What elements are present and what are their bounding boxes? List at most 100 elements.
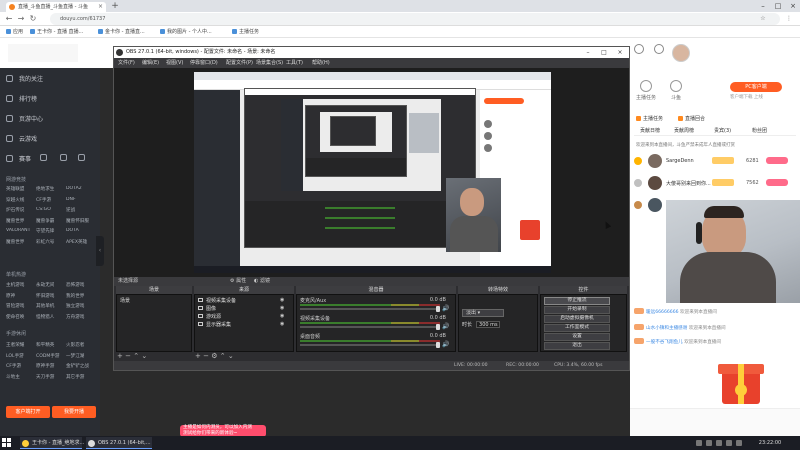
douyu-entry[interactable]: 斗鱼 [664, 80, 688, 101]
menu-file[interactable]: 文件(F) [118, 58, 135, 68]
forward-icon[interactable]: → [16, 14, 26, 24]
category-link[interactable]: APEX英雄 [66, 239, 96, 245]
start-record-button[interactable]: 开始录制 [544, 306, 610, 314]
category-link[interactable]: 和平精英 [36, 342, 66, 348]
bookmark-star-icon[interactable]: ☆ [758, 14, 768, 24]
url-input[interactable]: douyu.com/61737 [50, 13, 780, 25]
obs-close-icon[interactable]: × [612, 47, 628, 58]
category-link[interactable]: 穿越火线 [6, 197, 36, 203]
rank-row-2[interactable]: 大傻哥别来回到你... 7562 [634, 176, 796, 190]
properties-button[interactable]: ⚙ 属性 [230, 277, 246, 286]
chat-input-area[interactable] [630, 408, 800, 436]
sidebar-item-cloudgame[interactable]: 云游戏 [6, 134, 37, 143]
menu-help[interactable]: 帮助(H) [312, 58, 330, 68]
category-link[interactable]: 独立游戏 [66, 303, 96, 309]
douyu-logo[interactable] [8, 44, 78, 62]
category-link[interactable]: 使命召唤 [6, 314, 36, 320]
maximize-icon[interactable]: □ [771, 0, 785, 12]
close-tab-icon[interactable]: × [98, 2, 103, 12]
tab-round[interactable]: 直播回合 [678, 114, 705, 124]
category-link[interactable]: DOTA2 [66, 186, 96, 192]
sidebar-item-webgame[interactable]: 页游中心 [6, 114, 43, 123]
category-link[interactable]: CS:GO [36, 207, 66, 213]
obs-minimize-icon[interactable]: – [580, 47, 596, 58]
category-link[interactable]: CF手游 [36, 197, 66, 203]
category-link[interactable]: 守望先锋 [36, 228, 66, 234]
menu-tools[interactable]: 工具(T) [286, 58, 303, 68]
obs-maximize-icon[interactable]: □ [596, 47, 612, 58]
sidebar-item-follow[interactable]: 我的关注 [6, 74, 43, 83]
bookmark-1[interactable]: 王卡你 - 直播 直播... [30, 26, 83, 38]
gift-box-icon[interactable] [718, 356, 764, 408]
start-stream-button[interactable]: 我要开播 [52, 406, 96, 418]
volume-slider[interactable] [300, 344, 440, 346]
tab-week-rank[interactable]: 贡献周榜 [674, 126, 694, 136]
bookmark-4[interactable]: 主播任务 [232, 26, 259, 38]
remove-source-icon[interactable]: − [203, 352, 209, 360]
volume-slider[interactable] [300, 308, 440, 310]
studio-mode-button[interactable]: 工作室模式 [544, 324, 610, 332]
category-link[interactable]: 方舟游戏 [66, 314, 96, 320]
category-link[interactable]: 英雄联盟 [6, 186, 36, 192]
category-link[interactable]: 王者荣耀 [6, 342, 36, 348]
volume-knob[interactable] [436, 324, 440, 330]
minimize-icon[interactable]: – [756, 0, 770, 12]
volume-icon[interactable] [726, 440, 732, 446]
eye-icon[interactable]: ◉ [280, 321, 284, 327]
tray-icon[interactable] [706, 440, 712, 446]
duration-input[interactable]: 300 ms [476, 321, 501, 328]
bookmark-3[interactable]: 我的图片 - 个人中... [160, 26, 212, 38]
move-down-icon[interactable]: ⌄ [228, 352, 234, 360]
source-item-image[interactable]: 图像 ◉ [198, 305, 298, 312]
sidebar-item-rank[interactable]: 排行榜 [6, 94, 37, 103]
category-link[interactable]: 怪物猎人 [36, 314, 66, 320]
exit-button[interactable]: 退出 [544, 342, 610, 350]
category-link[interactable]: 彩虹六号 [36, 239, 66, 245]
source-item-game[interactable]: 游戏源 ◉ [198, 313, 298, 320]
add-source-icon[interactable]: + [195, 352, 201, 360]
speaker-icon[interactable]: 🔊 [442, 305, 449, 312]
category-link[interactable]: 火影忍者 [66, 342, 96, 348]
move-down-icon[interactable]: ⌄ [141, 352, 147, 360]
category-link[interactable]: CODM手游 [36, 353, 66, 359]
settings-button[interactable]: 设置 [544, 333, 610, 341]
close-window-icon[interactable]: × [786, 0, 800, 12]
stop-stream-button[interactable]: 停止推流 [544, 297, 610, 305]
taskbar-app-obs[interactable]: OBS 27.0.1 (64-bit,... [86, 437, 152, 449]
category-link[interactable]: VALORANT [6, 228, 36, 234]
move-up-icon[interactable]: ⌃ [220, 352, 226, 360]
network-icon[interactable] [716, 440, 722, 446]
move-up-icon[interactable]: ⌃ [133, 352, 139, 360]
sidebar-icon-fishbar[interactable] [40, 154, 53, 162]
sidebar-collapse-handle[interactable]: ‹ [96, 236, 104, 266]
remove-scene-icon[interactable]: − [125, 352, 131, 360]
category-link[interactable]: 魔兽怀旧服 [66, 218, 96, 224]
category-link[interactable]: 主机游戏 [6, 282, 36, 288]
category-link[interactable]: 魔兽世界 [6, 239, 36, 245]
user-avatar[interactable] [672, 44, 690, 62]
category-link[interactable]: 一梦江湖 [66, 353, 96, 359]
anchor-task-entry[interactable]: 主播任务 [634, 80, 658, 101]
browser-tab[interactable]: 直播_斗鱼直播_斗鱼直播 - 斗鱼 × [6, 2, 106, 12]
sidebar-icon-event[interactable]: 赛事 [6, 154, 31, 163]
category-link[interactable]: 其它手游 [66, 374, 96, 380]
volume-knob[interactable] [436, 306, 440, 312]
bookmark-apps[interactable]: 应用 [6, 26, 23, 38]
category-link[interactable]: 斗地主 [6, 374, 36, 380]
category-link[interactable]: 我的世界 [66, 293, 96, 299]
scenes-list[interactable]: 场景 [116, 294, 192, 352]
category-link[interactable]: DNF [66, 197, 96, 203]
bookmark-2[interactable]: 金卡你 - 直播直... [98, 26, 145, 38]
sources-list[interactable]: 视频采集设备 ◉ 图像 ◉ 游戏源 ◉ 显示器采集 ◉ [194, 294, 294, 352]
menu-profile[interactable]: 配置文件(P) [226, 58, 253, 68]
virtual-camera-button[interactable]: 启动虚拟摄像机 [544, 315, 610, 323]
add-scene-icon[interactable]: + [117, 352, 123, 360]
category-link[interactable]: LOL手游 [6, 353, 36, 359]
eye-icon[interactable]: ◉ [280, 297, 284, 303]
category-link[interactable]: 炉石传说 [6, 207, 36, 213]
tab-fans[interactable]: 粉丝团 [752, 126, 767, 136]
category-link[interactable]: CF手游 [6, 363, 36, 369]
volume-slider[interactable] [300, 326, 440, 328]
volume-knob[interactable] [436, 342, 440, 348]
transition-select[interactable]: 淡出 ▾ [462, 309, 504, 317]
